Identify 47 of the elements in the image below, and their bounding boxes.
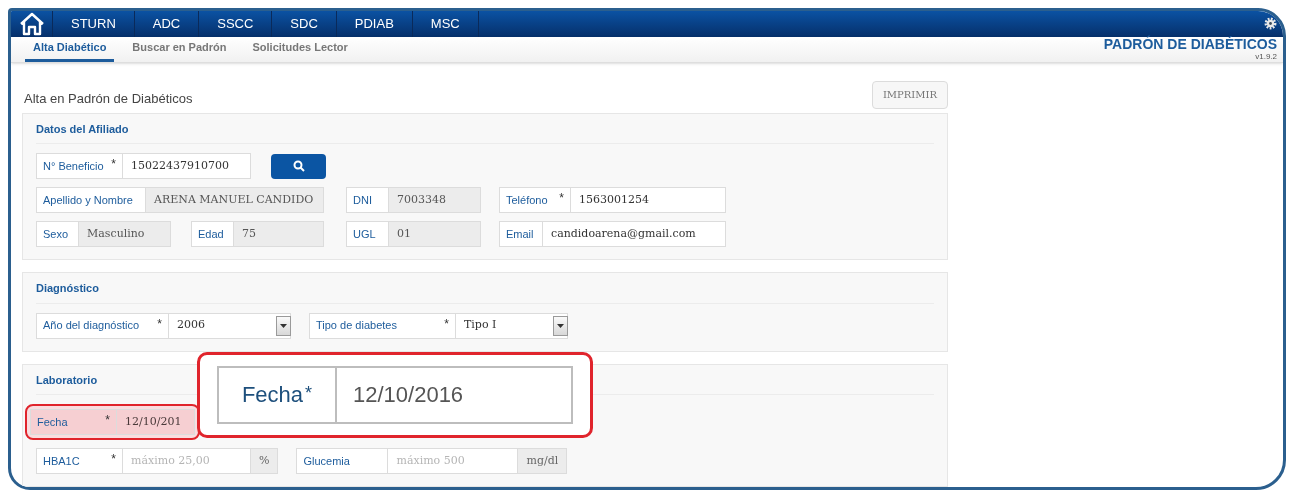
input-field[interactable]: candidoarena@gmail.com (543, 221, 726, 247)
input-field[interactable]: 1563001254 (571, 187, 726, 213)
sub-tab[interactable]: Buscar en Padrón (124, 36, 235, 62)
unit-label: mg/dl (518, 448, 568, 474)
caret-icon (557, 323, 564, 328)
field-label: UGL (346, 221, 389, 247)
app-title: PADRÓN DE DIABÉTICOS (1103, 37, 1277, 52)
nav-tab[interactable]: SDC (272, 11, 337, 37)
field-label: Fecha * (30, 409, 117, 435)
input-field[interactable]: 01 (389, 221, 481, 247)
print-button[interactable]: IMPRIMIR (871, 80, 948, 109)
nav-tab[interactable]: SSCC (199, 11, 273, 37)
field-label: Tipo de diabetes * (309, 312, 456, 339)
input-field[interactable]: 2006 (169, 312, 291, 339)
sub-tab[interactable]: Alta Diabético (25, 36, 115, 62)
nav-tab[interactable]: STURN (53, 11, 135, 37)
field-label: Teléfono * (499, 187, 571, 213)
field-label: HBA1C * (36, 448, 123, 474)
unit-label: % (251, 448, 279, 474)
field-label: DNI (346, 187, 389, 213)
home-icon[interactable] (18, 11, 45, 36)
nav-tab[interactable]: ADC (134, 11, 200, 37)
input-field[interactable]: Masculino (79, 221, 171, 247)
input-field[interactable]: Tipo I (456, 312, 568, 339)
nav-tab[interactable]: PDIAB (336, 11, 413, 37)
field-label: Apellido y Nombre (36, 187, 146, 213)
nav-tab[interactable]: MSC (412, 11, 479, 37)
sub-tab[interactable]: Solicitudes Lector (244, 36, 356, 62)
input-field[interactable]: 15022437910700 (123, 153, 251, 179)
settings-icon[interactable] (1264, 17, 1277, 31)
field-label: Sexo (36, 221, 79, 247)
field-label: Glucemia (296, 448, 389, 474)
section-title: Datos del Afiliado (36, 120, 934, 144)
version-text: v1.9.2 (1255, 53, 1277, 62)
page-title: Alta en Padrón de Diabéticos (23, 89, 193, 108)
field-label: N° Beneficio * (36, 153, 123, 179)
input-field[interactable]: 75 (234, 221, 324, 247)
section-title: Diagnóstico (36, 280, 934, 304)
search-button[interactable] (271, 153, 326, 179)
input-field[interactable]: ARENA MANUEL CANDIDO (146, 187, 324, 213)
field-label: Año del diagnóstico * (36, 312, 169, 339)
search-icon (292, 160, 305, 172)
caret-icon (280, 323, 287, 328)
field-label: Edad (191, 221, 234, 247)
field-label: Email (499, 221, 543, 247)
input-field[interactable]: 7003348 (389, 187, 481, 213)
input-field[interactable]: 12/10/201 (117, 409, 195, 435)
